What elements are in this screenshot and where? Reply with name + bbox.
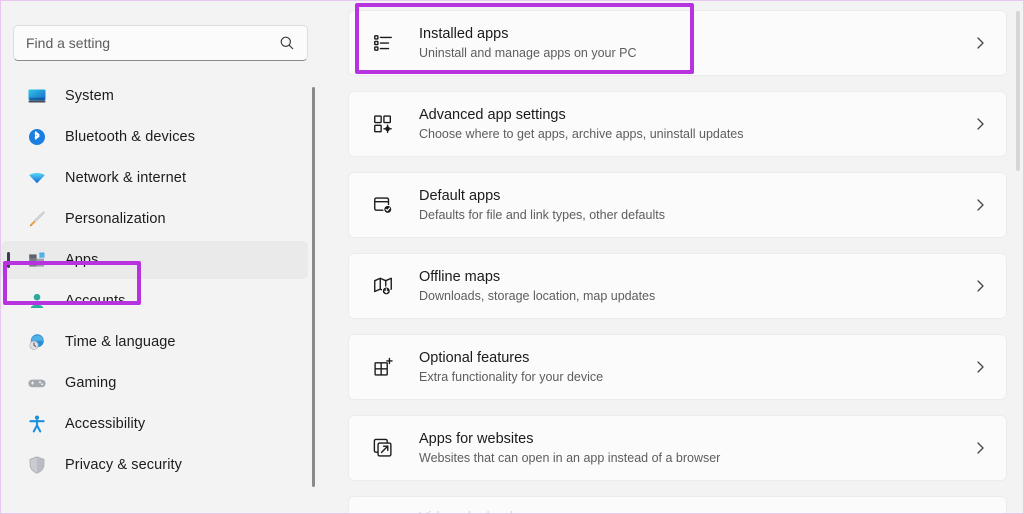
- bulleted-list-icon: [371, 31, 395, 55]
- card-title: Optional features: [419, 349, 530, 366]
- search-container: [1, 1, 322, 61]
- card-title: Video playback: [419, 509, 988, 513]
- sidebar-item-personalization[interactable]: Personalization: [1, 200, 308, 238]
- sidebar-scrollbar[interactable]: [312, 87, 315, 487]
- chevron-right-icon[interactable]: [972, 197, 988, 213]
- card-text: Offline maps Downloads, storage location…: [419, 268, 962, 305]
- paintbrush-icon: [27, 209, 47, 229]
- sidebar-item-label: Network & internet: [65, 170, 187, 186]
- person-icon: [27, 291, 47, 311]
- settings-window: System Bluetooth & devices: [0, 0, 1024, 514]
- video-icon: [371, 509, 395, 513]
- sidebar-item-time-language[interactable]: Time & language: [1, 323, 308, 361]
- sidebar-nav: System Bluetooth & devices Network & int…: [1, 77, 322, 484]
- accessibility-icon: [27, 414, 47, 434]
- sidebar: System Bluetooth & devices: [1, 1, 322, 513]
- card-text: Installed apps Uninstall and manage apps…: [419, 25, 962, 62]
- card-subtitle: Choose where to get apps, archive apps, …: [419, 126, 744, 141]
- search-input[interactable]: [26, 35, 279, 51]
- card-title: Default apps: [419, 187, 501, 204]
- sidebar-item-system[interactable]: System: [1, 77, 308, 115]
- setting-card-default-apps[interactable]: Default apps Defaults for file and link …: [348, 172, 1007, 238]
- chevron-right-icon[interactable]: [972, 116, 988, 132]
- sidebar-item-gaming[interactable]: Gaming: [1, 364, 308, 402]
- sidebar-item-accessibility[interactable]: Accessibility: [1, 405, 308, 443]
- search-box[interactable]: [13, 25, 308, 61]
- sidebar-scrollbar-thumb[interactable]: [312, 87, 315, 487]
- sidebar-item-bluetooth-devices[interactable]: Bluetooth & devices: [1, 118, 308, 156]
- setting-card-partial-next[interactable]: Video playback: [348, 496, 1007, 513]
- shield-icon: [27, 455, 47, 475]
- sidebar-item-accounts[interactable]: Accounts: [1, 282, 308, 320]
- sidebar-item-label: Time & language: [65, 334, 176, 350]
- setting-card-offline-maps[interactable]: Offline maps Downloads, storage location…: [348, 253, 1007, 319]
- card-text: Advanced app settings Choose where to ge…: [419, 106, 962, 143]
- card-subtitle: Websites that can open in an app instead…: [419, 450, 721, 465]
- sidebar-item-label: Accounts: [65, 293, 126, 309]
- content-area: Installed apps Uninstall and manage apps…: [322, 1, 1023, 513]
- map-download-icon: [371, 274, 395, 298]
- card-text: Optional features Extra functionality fo…: [419, 349, 962, 386]
- card-subtitle: Downloads, storage location, map updates: [419, 288, 656, 303]
- gamepad-icon: [27, 373, 47, 393]
- globe-clock-icon: [27, 332, 47, 352]
- chevron-right-icon[interactable]: [972, 440, 988, 456]
- sidebar-item-label: System: [65, 88, 114, 104]
- card-title: Offline maps: [419, 268, 501, 285]
- setting-card-installed-apps[interactable]: Installed apps Uninstall and manage apps…: [348, 10, 1007, 76]
- setting-card-advanced-app-settings[interactable]: Advanced app settings Choose where to ge…: [348, 91, 1007, 157]
- sidebar-item-label: Personalization: [65, 211, 166, 227]
- wifi-icon: [27, 168, 47, 188]
- card-title: Installed apps: [419, 25, 509, 42]
- sidebar-item-label: Apps: [65, 252, 99, 268]
- setting-card-apps-for-websites[interactable]: Apps for websites Websites that can open…: [348, 415, 1007, 481]
- content-scrollbar[interactable]: [1016, 11, 1020, 506]
- sidebar-item-label: Privacy & security: [65, 457, 183, 473]
- card-text: Video playback: [419, 509, 988, 513]
- card-text: Apps for websites Websites that can open…: [419, 430, 962, 467]
- sidebar-item-label: Gaming: [65, 375, 117, 391]
- sidebar-item-apps[interactable]: Apps: [1, 241, 308, 279]
- chevron-right-icon[interactable]: [972, 278, 988, 294]
- card-subtitle: Extra functionality for your device: [419, 369, 604, 384]
- card-title: Apps for websites: [419, 430, 534, 447]
- sidebar-item-network-internet[interactable]: Network & internet: [1, 159, 308, 197]
- card-subtitle: Defaults for file and link types, other …: [419, 207, 665, 222]
- sidebar-item-label: Accessibility: [65, 416, 146, 432]
- card-subtitle: Uninstall and manage apps on your PC: [419, 45, 637, 60]
- window-check-icon: [371, 193, 395, 217]
- search-icon[interactable]: [279, 35, 295, 51]
- content-scrollbar-thumb[interactable]: [1016, 11, 1020, 171]
- sidebar-item-privacy-security[interactable]: Privacy & security: [1, 446, 308, 484]
- chevron-right-icon[interactable]: [972, 359, 988, 375]
- bluetooth-icon: [27, 127, 47, 147]
- chevron-right-icon[interactable]: [972, 35, 988, 51]
- monitor-icon: [27, 86, 47, 106]
- external-link-icon: [371, 436, 395, 460]
- card-title: Advanced app settings: [419, 106, 566, 123]
- sidebar-item-label: Bluetooth & devices: [65, 129, 196, 145]
- card-text: Default apps Defaults for file and link …: [419, 187, 962, 224]
- apps-icon: [27, 250, 47, 270]
- app-gear-icon: [371, 112, 395, 136]
- grid-plus-icon: [371, 355, 395, 379]
- setting-card-optional-features[interactable]: Optional features Extra functionality fo…: [348, 334, 1007, 400]
